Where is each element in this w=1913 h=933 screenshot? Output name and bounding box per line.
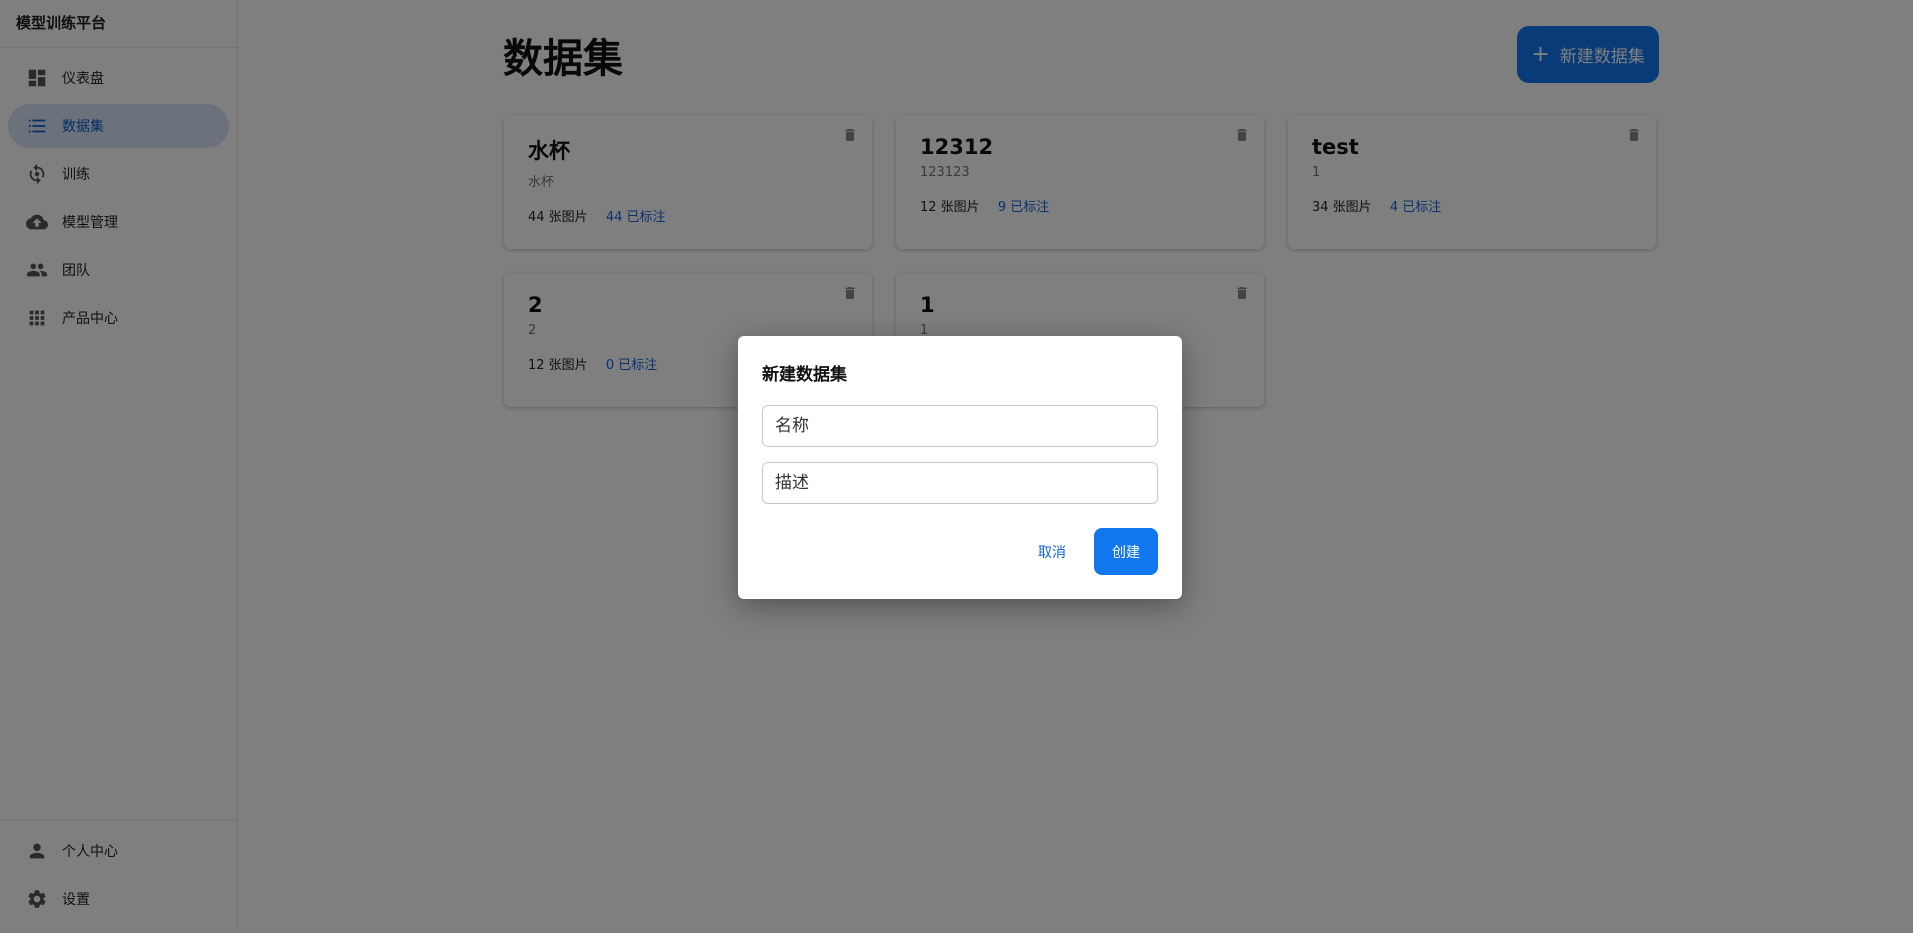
- cancel-button[interactable]: 取消: [1038, 542, 1066, 562]
- dialog-title: 新建数据集: [762, 365, 847, 385]
- dataset-description-input[interactable]: [762, 462, 1158, 504]
- dataset-name-input[interactable]: [762, 405, 1158, 447]
- new-dataset-dialog: 新建数据集 取消 创建: [738, 336, 1182, 599]
- app-root: 模型训练平台 仪表盘 数据集 训练: [0, 0, 1913, 933]
- create-button[interactable]: 创建: [1094, 528, 1158, 575]
- dialog-actions: 取消 创建: [1038, 528, 1158, 575]
